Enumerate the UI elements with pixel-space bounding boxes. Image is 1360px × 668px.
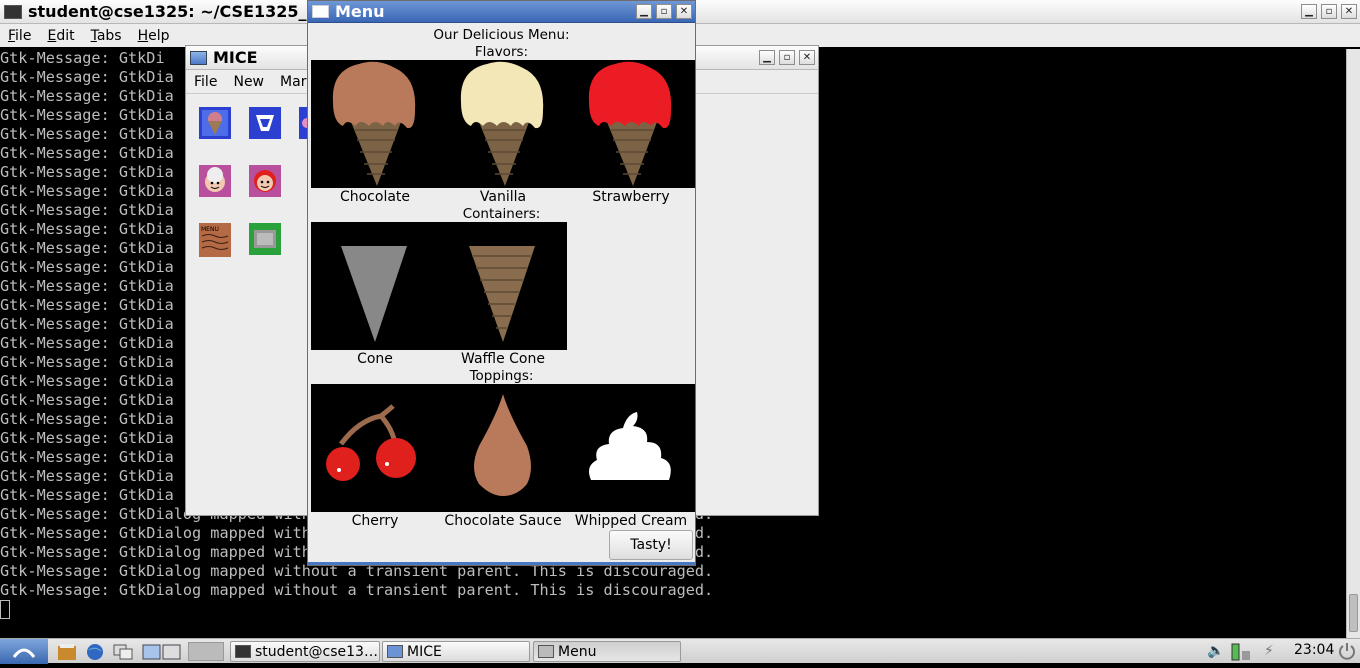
start-menu-button[interactable] [0,639,48,664]
chocolate-sauce-image [474,394,531,496]
minimize-button[interactable]: ▁ [759,50,775,65]
menu-help[interactable]: Help [130,28,178,44]
terminal-cursor [0,600,10,619]
menu-new[interactable]: New [225,74,272,90]
maximize-button[interactable]: ▫ [656,4,672,19]
menu-title: Menu [335,2,385,21]
topping-label-whipped-cream: Whipped Cream [574,513,688,529]
menu-edit[interactable]: Edit [39,28,82,44]
flavors-heading: Flavors: [474,44,529,60]
tasty-button[interactable]: Tasty! [609,530,693,560]
minimize-button[interactable]: ▁ [636,4,652,19]
terminal-icon [4,4,22,19]
server-tool-icon[interactable] [249,165,281,197]
svg-text:MENU: MENU [201,226,219,233]
battery-icon[interactable] [1230,643,1252,661]
menu-titlebar[interactable]: Menu ▁ ▫ ✕ [308,1,695,23]
task-label: student@cse13… [255,643,378,660]
customer-tool-icon[interactable] [199,165,231,197]
task-terminal[interactable]: student@cse13… [230,641,380,662]
start-icon [12,648,36,658]
flavors-images [311,60,695,188]
whipped-cream-image [589,412,671,480]
close-button[interactable]: ✕ [676,4,692,19]
cone-image [341,246,407,342]
task-label: Menu [558,643,597,660]
topping-label-cherry: Cherry [351,513,399,529]
clock[interactable]: 23:04 [1294,642,1334,658]
waffle-cone-image [469,246,535,342]
strawberry-image [588,61,672,186]
minimize-button[interactable]: ▁ [1301,4,1317,19]
scrollbar-thumb[interactable] [1349,594,1358,632]
window-icon [538,645,554,658]
terminal-title: student@cse1325: ~/CSE1325_07/ [28,2,335,21]
vanilla-image [460,61,544,186]
close-button[interactable]: ✕ [799,50,815,65]
maximize-button[interactable]: ▫ [1321,4,1337,19]
containers-images [311,222,567,350]
ice-cream-tool-icon[interactable] [199,107,231,139]
container-label-waffle-cone: Waffle Cone [461,351,545,367]
volume-icon[interactable]: 🔈 [1207,643,1224,659]
windows-icon[interactable] [112,642,134,661]
menu-file[interactable]: File [186,74,225,90]
task-label: MICE [407,643,442,660]
file-manager-icon[interactable] [56,642,78,661]
menu-tabs[interactable]: Tabs [83,28,130,44]
close-button[interactable]: ✕ [1341,4,1357,19]
menu-heading: Our Delicious Menu: [433,27,570,43]
power-icon[interactable] [1337,641,1357,661]
window-icon [190,50,207,65]
flavor-label-strawberry: Strawberry [592,189,670,205]
terminal-line: Gtk-Message: GtkDialog mapped without a … [0,581,714,599]
menu-file[interactable]: File [0,28,39,44]
terminal-icon [235,645,251,658]
desktop-pager-icon[interactable] [142,642,182,661]
network-icon[interactable]: ⚡ [1264,643,1274,659]
desktop-pager-icon-2[interactable] [188,642,224,661]
container-tool-icon[interactable] [249,107,281,139]
flavor-label-chocolate: Chocolate [339,189,411,205]
dialog-bottom-border [308,562,695,565]
window-icon [387,645,403,658]
menu-dialog: Menu ▁ ▫ ✕ Our Delicious Menu: Flavors: … [307,0,696,566]
toppings-images [311,384,695,512]
task-mice[interactable]: MICE [382,641,530,662]
taskbar: student@cse13… MICE Menu 🔈 ⚡ 23:04 [0,638,1360,664]
containers-heading: Containers: [462,206,541,222]
mice-title: MICE [213,48,258,67]
browser-icon[interactable] [84,642,106,661]
terminal-scrollbar[interactable] [1346,49,1360,638]
flavor-label-vanilla: Vanilla [479,189,527,205]
toppings-heading: Toppings: [469,368,534,384]
maximize-button[interactable]: ▫ [779,50,795,65]
task-menu[interactable]: Menu [533,641,681,662]
window-icon [312,5,329,18]
order-tool-icon[interactable] [249,223,281,255]
chocolate-image [332,61,416,186]
topping-label-chocolate-sauce: Chocolate Sauce [444,513,562,529]
menu-tool-icon[interactable]: MENU [199,223,231,257]
cherry-image [326,404,416,481]
container-label-cone: Cone [357,351,393,367]
